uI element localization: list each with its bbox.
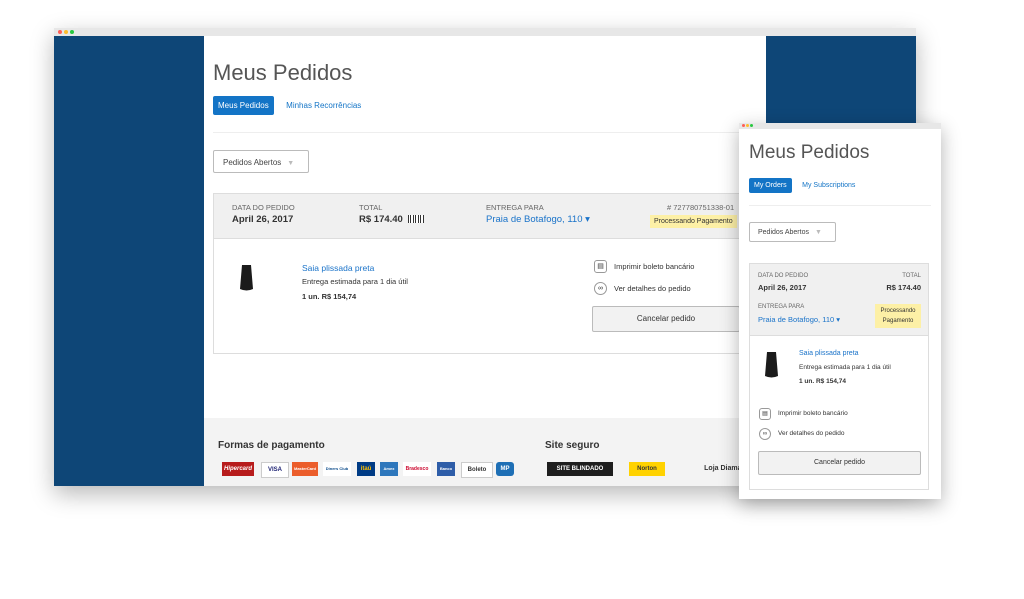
delivery-estimate: Entrega estimada para 1 dia útil xyxy=(799,364,891,371)
maximize-dot[interactable] xyxy=(70,30,74,34)
status-line-2: Pagamento xyxy=(882,318,914,324)
secure-site-title: Site seguro xyxy=(545,440,600,451)
mercadopago-logo: MP xyxy=(496,462,514,476)
order-total-value: R$ 174.40 xyxy=(359,214,403,225)
view-details-link[interactable]: Ver detalhes do pedido xyxy=(614,284,691,293)
cancel-order-button[interactable]: Cancelar pedido xyxy=(758,451,921,475)
footer: Formas de pagamento Site seguro Hipercar… xyxy=(204,418,766,486)
tab-my-orders[interactable]: Meus Pedidos xyxy=(213,96,274,115)
order-total: R$ 174.40 xyxy=(886,283,921,292)
payment-methods-title: Formas de pagamento xyxy=(218,440,325,451)
bank-logo: Banco xyxy=(437,462,455,476)
order-filter-value: Pedidos Abertos xyxy=(223,158,282,167)
minimize-dot[interactable] xyxy=(64,30,68,34)
print-boleto-link[interactable]: Imprimir boleto bancário xyxy=(778,410,848,417)
amex-logo: Amex xyxy=(380,462,398,476)
tab-bar: My Orders My Subscriptions xyxy=(749,174,861,193)
divider xyxy=(213,132,766,133)
minimize-dot[interactable] xyxy=(746,124,749,127)
mobile-titlebar xyxy=(739,123,941,129)
quantity-price: 1 un. R$ 154,74 xyxy=(302,292,357,301)
print-icon: ▤ xyxy=(759,408,771,420)
status-line-1: Processando xyxy=(880,308,916,314)
print-boleto-link[interactable]: Imprimir boleto bancário xyxy=(614,262,694,271)
cancel-order-button[interactable]: Cancelar pedido xyxy=(592,306,740,332)
chevron-down-icon: ▼ xyxy=(287,160,295,167)
order-filter-select[interactable]: Pedidos Abertos ▼ xyxy=(749,222,836,242)
mastercard-logo: MasterCard xyxy=(292,462,318,476)
page-title: Meus Pedidos xyxy=(749,142,870,163)
mobile-window: Meus Pedidos My Orders My Subscriptions … xyxy=(739,123,941,499)
order-total-label: TOTAL xyxy=(902,273,921,279)
print-icon: ▤ xyxy=(594,260,607,273)
delivery-address-link[interactable]: Praia de Botafogo, 110 ▾ xyxy=(486,214,590,225)
close-dot[interactable] xyxy=(742,124,745,127)
order-date-label: DATA DO PEDIDO xyxy=(232,203,295,212)
tab-my-orders[interactable]: My Orders xyxy=(749,178,792,193)
bradesco-logo: Bradesco xyxy=(403,462,431,476)
order-filter-value: Pedidos Abertos xyxy=(758,229,809,236)
page-title: Meus Pedidos xyxy=(213,60,353,85)
delivery-address-link[interactable]: Praia de Botafogo, 110 ▾ xyxy=(758,315,840,324)
window-titlebar xyxy=(54,28,916,36)
order-total: R$ 174.40 xyxy=(359,214,424,225)
chevron-down-icon: ▼ xyxy=(814,229,822,236)
tab-bar: Meus Pedidos Minhas Recorrências xyxy=(213,95,369,115)
status-badge: Processando Pagamento xyxy=(875,304,921,328)
norton-logo: Norton xyxy=(629,462,665,476)
tab-my-subscriptions[interactable]: My Subscriptions xyxy=(799,178,858,193)
order-filter-select[interactable]: Pedidos Abertos ▼ xyxy=(213,150,309,173)
order-date: April 26, 2017 xyxy=(232,214,294,225)
delivery-label: ENTREGA PARA xyxy=(486,203,544,212)
barcode-icon xyxy=(407,215,424,224)
view-details-link[interactable]: Ver detalhes do pedido xyxy=(778,430,845,437)
order-date-label: DATA DO PEDIDO xyxy=(758,273,809,279)
order-body: Saia plissada preta Entrega estimada par… xyxy=(213,239,766,354)
quantity-price: 1 un. R$ 154,74 xyxy=(799,378,846,385)
product-name-link[interactable]: Saia plissada preta xyxy=(302,263,374,273)
order-date: April 26, 2017 xyxy=(758,283,807,292)
status-badge: Processando Pagamento xyxy=(650,215,737,228)
details-icon: ∞ xyxy=(759,428,771,440)
site-blindado-logo: SITE BLINDADO xyxy=(547,462,613,476)
boleto-logo: Boleto xyxy=(461,462,493,478)
divider xyxy=(749,205,931,206)
diners-logo: Diners Club xyxy=(323,462,351,476)
hipercard-logo: Hipercard xyxy=(222,462,254,476)
tab-my-subscriptions[interactable]: Minhas Recorrências xyxy=(281,96,366,115)
order-body: Saia plissada preta Entrega estimada par… xyxy=(749,336,929,490)
product-image[interactable] xyxy=(239,264,254,292)
order-header: DATA DO PEDIDO April 26, 2017 TOTAL R$ 1… xyxy=(213,193,766,239)
order-total-label: TOTAL xyxy=(359,203,383,212)
orders-page: Meus Pedidos Meus Pedidos Minhas Recorrê… xyxy=(204,36,766,486)
delivery-estimate: Entrega estimada para 1 dia útil xyxy=(302,277,408,286)
maximize-dot[interactable] xyxy=(750,124,753,127)
product-name-link[interactable]: Saia plissada preta xyxy=(799,350,859,357)
close-dot[interactable] xyxy=(58,30,62,34)
details-icon: ∞ xyxy=(594,282,607,295)
product-image[interactable] xyxy=(764,351,779,379)
visa-logo: VISA xyxy=(261,462,289,478)
delivery-label: ENTREGA PARA xyxy=(758,304,805,310)
order-number: # 727780751338-01 xyxy=(667,203,735,212)
order-header: DATA DO PEDIDO April 26, 2017 TOTAL R$ 1… xyxy=(749,263,929,336)
itau-logo: itaú xyxy=(357,462,375,476)
